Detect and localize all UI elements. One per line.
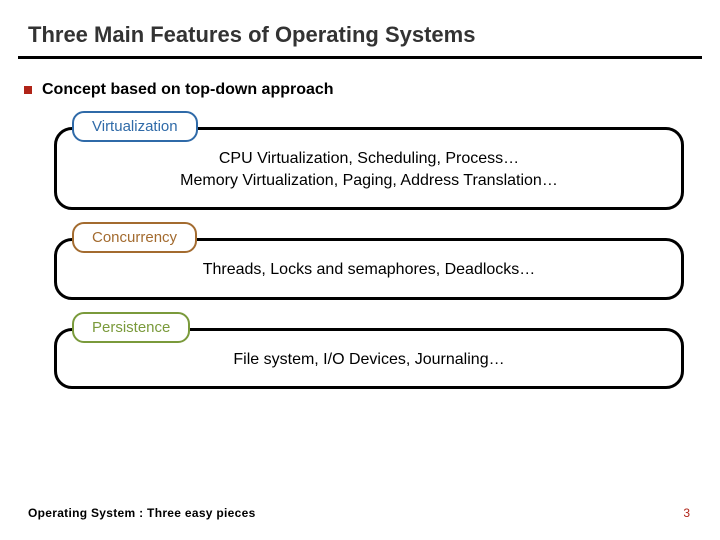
feature-block-persistence: Persistence File system, I/O Devices, Jo… xyxy=(54,328,684,390)
page-title: Three Main Features of Operating Systems xyxy=(0,0,720,56)
feature-label-persistence: Persistence xyxy=(72,312,190,343)
feature-text: CPU Virtualization, Scheduling, Process… xyxy=(77,148,661,170)
feature-label-concurrency: Concurrency xyxy=(72,222,197,253)
subheading-row: Concept based on top-down approach xyxy=(0,59,720,99)
feature-text: File system, I/O Devices, Journaling… xyxy=(77,349,661,371)
subheading-text: Concept based on top-down approach xyxy=(42,81,334,99)
feature-text: Threads, Locks and semaphores, Deadlocks… xyxy=(77,259,661,281)
feature-block-virtualization: Virtualization CPU Virtualization, Sched… xyxy=(54,127,684,210)
bullet-icon xyxy=(24,86,32,94)
feature-label-virtualization: Virtualization xyxy=(72,111,198,142)
feature-text: Memory Virtualization, Paging, Address T… xyxy=(77,170,661,192)
page-number: 3 xyxy=(683,506,690,520)
feature-block-concurrency: Concurrency Threads, Locks and semaphore… xyxy=(54,238,684,300)
footer-text: Operating System : Three easy pieces xyxy=(28,506,256,520)
